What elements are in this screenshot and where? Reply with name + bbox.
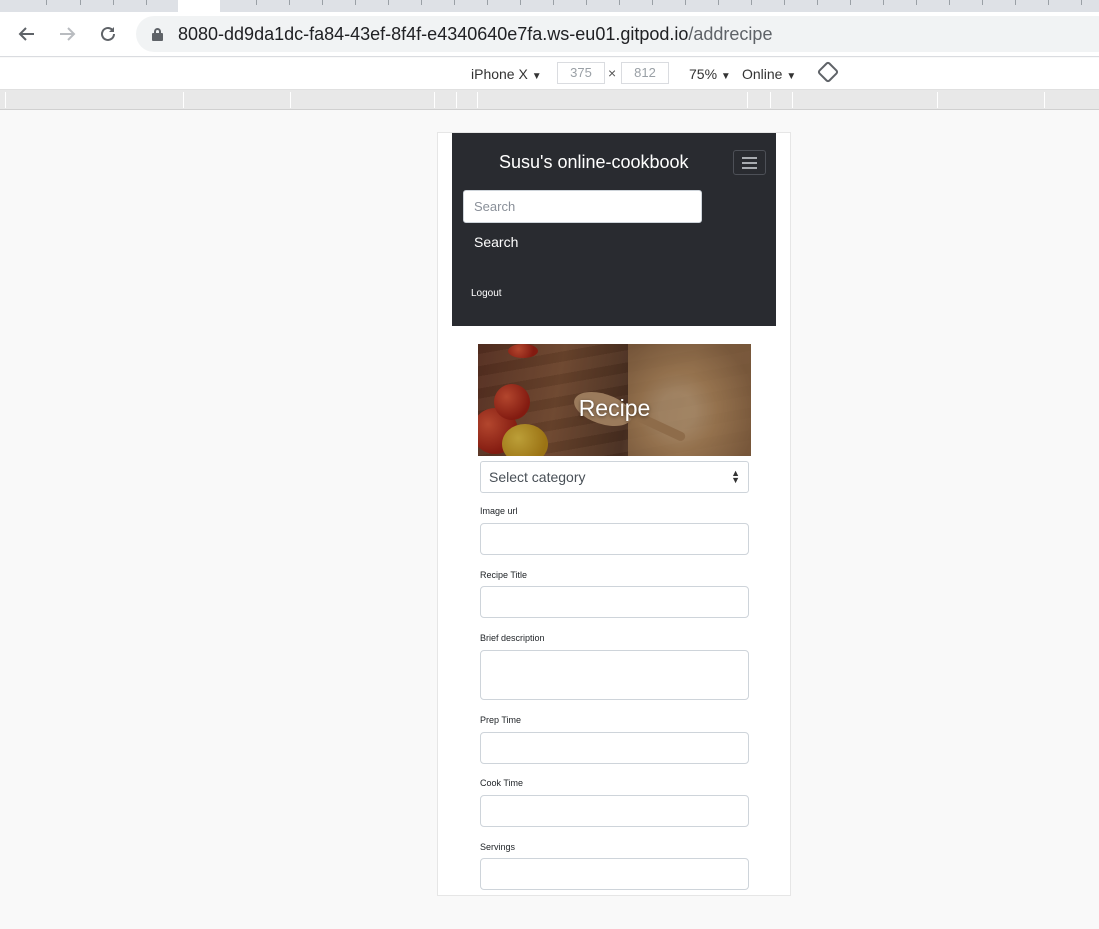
hamburger-icon (742, 162, 757, 164)
ruler-divider (747, 92, 748, 108)
ruler-divider (183, 92, 184, 108)
device-viewport: Susu's online-cookbook Search Logout Rec… (437, 132, 791, 896)
servings-input[interactable] (480, 858, 749, 890)
tab-divider (949, 0, 950, 5)
tab-divider (146, 0, 147, 5)
tab-divider (113, 0, 114, 5)
tab-divider (421, 0, 422, 5)
ruler-divider (456, 92, 457, 108)
ruler-divider (477, 92, 478, 108)
image-url-input[interactable] (480, 523, 749, 555)
tab-divider (388, 0, 389, 5)
category-select[interactable]: Select category ▲ ▼ (480, 461, 749, 493)
select-arrows-icon: ▲ ▼ (731, 468, 740, 485)
servings-label: Servings (480, 842, 516, 852)
device-name: iPhone X (471, 66, 528, 82)
url-text[interactable]: 8080-dd9da1dc-fa84-43ef-8f4f-e4340640e7f… (178, 24, 772, 45)
recipe-title-input[interactable] (480, 586, 749, 618)
site-brand[interactable]: Susu's online-cookbook (499, 152, 689, 173)
network-value: Online (742, 66, 783, 82)
url-path: /addrecipe (688, 24, 773, 44)
arrow-right-icon (60, 27, 76, 41)
search-button[interactable]: Search (474, 234, 518, 250)
tab-divider (355, 0, 356, 5)
tab-divider (1015, 0, 1016, 5)
tab-divider (553, 0, 554, 5)
hamburger-icon (742, 167, 757, 169)
site-navbar: Susu's online-cookbook Search Logout (452, 133, 776, 326)
rotate-icon[interactable] (816, 60, 840, 84)
device-select[interactable]: iPhone X ▼ (471, 66, 542, 82)
tab-divider (289, 0, 290, 5)
search-input[interactable] (463, 190, 702, 223)
tab-divider (520, 0, 521, 5)
arrow-left-icon (18, 27, 34, 41)
tab-divider (46, 0, 47, 5)
active-tab[interactable] (178, 0, 220, 12)
url-host: 8080-dd9da1dc-fa84-43ef-8f4f-e4340640e7f… (178, 24, 689, 44)
tab-divider (784, 0, 785, 5)
hamburger-icon (742, 157, 757, 159)
browser-toolbar: 8080-dd9da1dc-fa84-43ef-8f4f-e4340640e7f… (0, 12, 1099, 57)
prep-time-input[interactable] (480, 732, 749, 764)
chevron-down-icon: ▼ (786, 71, 797, 82)
reload-icon (101, 26, 115, 41)
tab-divider (685, 0, 686, 5)
device-width-input[interactable]: 375 (557, 62, 605, 84)
network-select[interactable]: Online ▼ (742, 66, 796, 82)
hero-title: Recipe (578, 395, 651, 421)
description-label: Brief description (480, 633, 545, 643)
tab-divider (1048, 0, 1049, 5)
tab-divider (586, 0, 587, 5)
tab-divider (619, 0, 620, 5)
tab-divider (982, 0, 983, 5)
tab-divider (256, 0, 257, 5)
cook-time-label: Cook Time (480, 778, 524, 788)
lock-icon[interactable] (152, 28, 163, 41)
tab-strip (0, 0, 1099, 12)
ruler-divider (1044, 92, 1045, 108)
tab-divider (454, 0, 455, 5)
ruler-divider (937, 92, 938, 108)
tab-divider (817, 0, 818, 5)
tab-divider (751, 0, 752, 5)
tab-divider (883, 0, 884, 5)
ruler-divider (434, 92, 435, 108)
tab-divider (322, 0, 323, 5)
chevron-down-icon: ▼ (720, 71, 731, 82)
tab-divider (652, 0, 653, 5)
forward-button[interactable] (52, 20, 82, 48)
tab-divider (80, 0, 81, 5)
prep-time-label: Prep Time (480, 715, 522, 725)
media-query-ruler[interactable] (0, 90, 1099, 110)
ruler-divider (290, 92, 291, 108)
back-button[interactable] (12, 20, 42, 48)
tab-divider (487, 0, 488, 5)
description-textarea[interactable] (480, 650, 749, 700)
cook-time-input[interactable] (480, 795, 749, 827)
device-height-input[interactable]: 812 (621, 62, 669, 84)
chevron-down-icon: ▼ (531, 71, 542, 82)
image-url-label: Image url (480, 506, 518, 516)
logout-link[interactable]: Logout (471, 288, 502, 299)
zoom-value: 75% (689, 66, 718, 82)
tab-divider (1081, 0, 1082, 5)
zoom-select[interactable]: 75% ▼ (689, 66, 731, 82)
navbar-toggle-button[interactable] (733, 150, 766, 175)
address-bar[interactable]: 8080-dd9da1dc-fa84-43ef-8f4f-e4340640e7f… (136, 16, 1099, 52)
category-select-value: Select category (489, 469, 586, 485)
recipe-title-label: Recipe Title (480, 570, 528, 580)
tab-divider (718, 0, 719, 5)
dimension-separator: × (608, 65, 617, 81)
tab-divider (916, 0, 917, 5)
reload-button[interactable] (93, 20, 123, 48)
ruler-divider (770, 92, 771, 108)
tab-divider (850, 0, 851, 5)
hero-banner: Recipe (478, 344, 751, 456)
device-toolbar: iPhone X ▼ 375 × 812 75% ▼ Online ▼ (0, 58, 1099, 90)
ruler-divider (5, 92, 6, 108)
ruler-divider (792, 92, 793, 108)
